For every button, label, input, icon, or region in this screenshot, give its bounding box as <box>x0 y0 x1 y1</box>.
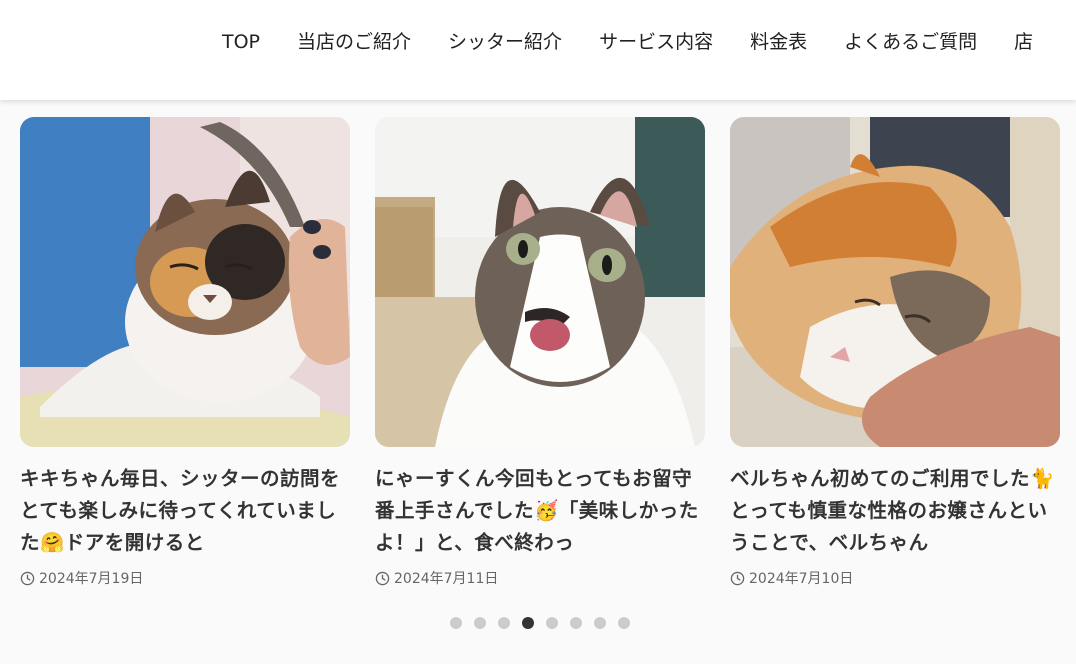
post-date-text: 2024年7月11日 <box>394 571 499 587</box>
post-card[interactable]: にゃーすくん今回もとってもお留守番上手さんでした🥳「美味しかったよ！」と、食べ終… <box>375 117 705 587</box>
nav-item-faq[interactable]: よくあるご質問 <box>844 28 977 56</box>
post-card[interactable]: キキちゃん毎日、シッターの訪問をとても楽しみに待ってくれていました🤗ドアを開ける… <box>20 117 350 587</box>
nav-item-services[interactable]: サービス内容 <box>599 28 713 56</box>
clock-icon <box>375 571 390 585</box>
post-thumbnail-cat-photo[interactable] <box>375 117 705 447</box>
post-date: 2024年7月19日 <box>20 569 350 587</box>
post-date-text: 2024年7月19日 <box>39 571 144 587</box>
cat-photo-kiki <box>20 117 350 447</box>
clock-icon <box>730 571 745 585</box>
nav-item-pricing[interactable]: 料金表 <box>750 28 807 56</box>
post-date: 2024年7月11日 <box>375 569 705 587</box>
carousel-pagination <box>450 617 642 629</box>
post-title[interactable]: ベルちゃん初めてのご利用でした🐈とっても慎重な性格のお嬢さんということで、ベルち… <box>730 463 1060 559</box>
post-thumbnail-cat-photo[interactable] <box>20 117 350 447</box>
carousel-dot[interactable] <box>474 617 486 629</box>
nav-item-top[interactable]: TOP <box>222 28 260 56</box>
nav-item-store[interactable]: 店 <box>1014 28 1033 56</box>
nav-item-about-shop[interactable]: 当店のご紹介 <box>297 28 411 56</box>
post-date: 2024年7月10日 <box>730 569 1060 587</box>
carousel-dot[interactable] <box>450 617 462 629</box>
post-date-text: 2024年7月10日 <box>749 571 854 587</box>
carousel-dot[interactable] <box>570 617 582 629</box>
post-title[interactable]: キキちゃん毎日、シッターの訪問をとても楽しみに待ってくれていました🤗ドアを開ける… <box>20 463 350 559</box>
post-title[interactable]: にゃーすくん今回もとってもお留守番上手さんでした🥳「美味しかったよ！」と、食べ終… <box>375 463 705 559</box>
cat-photo-nyasu <box>375 117 705 447</box>
post-card[interactable]: ベルちゃん初めてのご利用でした🐈とっても慎重な性格のお嬢さんということで、ベルち… <box>730 117 1060 587</box>
carousel-dot[interactable] <box>498 617 510 629</box>
carousel-dot[interactable] <box>546 617 558 629</box>
nav-item-sitters[interactable]: シッター紹介 <box>448 28 562 56</box>
clock-icon <box>20 571 35 585</box>
cat-photo-beru <box>730 117 1060 447</box>
main-nav: TOP 当店のご紹介 シッター紹介 サービス内容 料金表 よくあるご質問 店 <box>222 28 1070 56</box>
site-header: TOP 当店のご紹介 シッター紹介 サービス内容 料金表 よくあるご質問 店 <box>0 0 1076 100</box>
post-thumbnail-cat-photo[interactable] <box>730 117 1060 447</box>
carousel-dot[interactable] <box>522 617 534 629</box>
carousel-dot[interactable] <box>594 617 606 629</box>
carousel-dot[interactable] <box>618 617 630 629</box>
